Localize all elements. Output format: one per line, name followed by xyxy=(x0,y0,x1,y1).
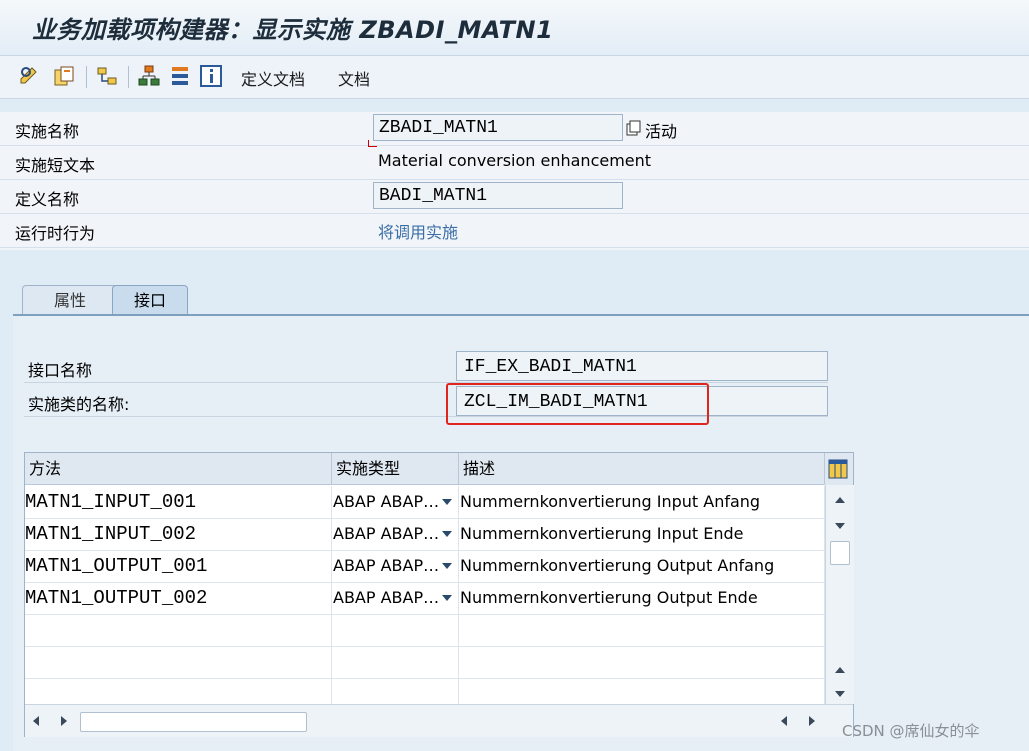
structure-tree-icon[interactable] xyxy=(137,64,161,88)
method-cell: MATN1_OUTPUT_002 xyxy=(25,582,332,614)
scroll-down-icon[interactable] xyxy=(835,691,845,697)
header-section: 实施名称 ZBADI_MATN1 活动 实施短文本 Material conve… xyxy=(0,112,1029,250)
table-row-empty[interactable] xyxy=(25,614,825,647)
short-text-value: Material conversion enhancement xyxy=(378,151,652,170)
info-icon[interactable] xyxy=(199,64,223,88)
methods-table: 方法 实施类型 描述 MATN1_INPUT_001 ABAP ABAP… Nu… xyxy=(24,452,854,737)
empty-cell xyxy=(332,646,459,678)
impl-type-cell[interactable]: ABAP ABAP… xyxy=(332,486,459,518)
empty-cell xyxy=(459,678,825,704)
impl-class-label: 实施类的名称: xyxy=(28,395,130,414)
scroll-right-icon[interactable] xyxy=(809,716,815,726)
impl-type-value: ABAP ABAP… xyxy=(333,524,440,543)
dropdown-arrow-icon[interactable] xyxy=(442,499,452,505)
empty-cell xyxy=(459,614,825,646)
impl-type-cell[interactable]: ABAP ABAP… xyxy=(332,518,459,550)
impl-name-row: 实施名称 ZBADI_MATN1 活动 xyxy=(0,112,1029,147)
runtime-row: 运行时行为 将调用实施 xyxy=(0,214,1029,248)
empty-cell xyxy=(332,678,459,704)
table-row-empty[interactable] xyxy=(25,646,825,679)
dropdown-arrow-icon[interactable] xyxy=(442,563,452,569)
empty-cell xyxy=(332,614,459,646)
empty-cell xyxy=(25,678,332,704)
scroll-up-icon[interactable] xyxy=(835,667,845,673)
impl-type-value: ABAP ABAP… xyxy=(333,556,440,575)
def-name-row: 定义名称 BADI_MATN1 xyxy=(0,180,1029,214)
scroll-left-icon[interactable] xyxy=(781,716,787,726)
dropdown-arrow-icon[interactable] xyxy=(442,595,452,601)
highlight-box xyxy=(446,383,709,425)
impl-type-value: ABAP ABAP… xyxy=(333,492,440,511)
impl-status: 活动 xyxy=(645,122,678,141)
impl-name-label: 实施名称 xyxy=(15,122,80,141)
description-cell: Nummernkonvertierung Output Anfang xyxy=(459,550,825,582)
description-cell: Nummernkonvertierung Input Ende xyxy=(459,518,825,550)
table-row[interactable]: MATN1_INPUT_002 ABAP ABAP… Nummernkonver… xyxy=(25,518,825,551)
title-bar: 业务加载项构建器：显示实施 ZBADI_MATN1 xyxy=(0,0,1029,56)
edit-glasses-icon[interactable] xyxy=(18,64,42,88)
impl-type-value: ABAP ABAP… xyxy=(333,588,440,607)
impl-type-cell[interactable]: ABAP ABAP… xyxy=(332,582,459,614)
scroll-right-icon[interactable] xyxy=(61,716,67,726)
runtime-label: 运行时行为 xyxy=(15,224,96,243)
watermark: CSDN @席仙女的伞 xyxy=(842,722,980,740)
runtime-value[interactable]: 将调用实施 xyxy=(378,219,458,243)
column-layout-icon xyxy=(828,459,848,479)
dropdown-arrow-icon[interactable] xyxy=(442,531,452,537)
scroll-left-icon[interactable] xyxy=(33,716,39,726)
scroll-down-icon[interactable] xyxy=(835,523,845,529)
tab-interface[interactable]: 接口 xyxy=(112,285,188,316)
stack-list-icon[interactable] xyxy=(168,64,192,88)
column-header-impl-type[interactable]: 实施类型 xyxy=(332,453,459,485)
application-toolbar: 定义文档 文档 xyxy=(0,56,1029,99)
tab-attributes[interactable]: 属性 xyxy=(22,285,118,316)
short-text-label: 实施短文本 xyxy=(15,156,96,175)
interface-name-label: 接口名称 xyxy=(28,361,93,380)
def-name-field[interactable]: BADI_MATN1 xyxy=(373,182,623,209)
table-row[interactable]: MATN1_OUTPUT_002 ABAP ABAP… Nummernkonve… xyxy=(25,582,825,615)
impl-type-cell[interactable]: ABAP ABAP… xyxy=(332,550,459,582)
copy-document-icon[interactable] xyxy=(52,64,76,88)
copy-icon[interactable] xyxy=(626,120,642,136)
method-cell: MATN1_OUTPUT_001 xyxy=(25,550,332,582)
description-cell: Nummernkonvertierung Output Ende xyxy=(459,582,825,614)
scroll-thumb[interactable] xyxy=(830,541,850,565)
toolbar-separator xyxy=(128,66,129,88)
impl-name-field[interactable]: ZBADI_MATN1 xyxy=(373,114,623,141)
hscroll-thumb[interactable] xyxy=(80,712,307,732)
interface-name-field[interactable]: IF_EX_BADI_MATN1 xyxy=(456,351,828,381)
short-text-row: 实施短文本 Material conversion enhancement xyxy=(0,146,1029,180)
method-cell: MATN1_INPUT_001 xyxy=(25,486,332,518)
column-header-method[interactable]: 方法 xyxy=(25,453,332,485)
column-config-button[interactable] xyxy=(825,453,853,486)
table-row[interactable]: MATN1_OUTPUT_001 ABAP ABAP… Nummernkonve… xyxy=(25,550,825,583)
define-doc-button[interactable]: 定义文档 xyxy=(241,66,305,90)
empty-cell xyxy=(25,614,332,646)
column-header-description[interactable]: 描述 xyxy=(459,453,825,485)
description-cell: Nummernkonvertierung Input Anfang xyxy=(459,486,825,518)
hierarchy-icon[interactable] xyxy=(95,64,119,88)
scroll-up-icon[interactable] xyxy=(835,497,845,503)
table-row[interactable]: MATN1_INPUT_001 ABAP ABAP… Nummernkonver… xyxy=(25,486,825,519)
table-row-empty[interactable] xyxy=(25,678,825,705)
doc-button[interactable]: 文档 xyxy=(338,66,370,90)
empty-cell xyxy=(25,646,332,678)
def-name-label: 定义名称 xyxy=(15,190,80,209)
horizontal-scrollbar[interactable] xyxy=(25,704,853,737)
vertical-scrollbar[interactable] xyxy=(825,485,854,704)
empty-cell xyxy=(459,646,825,678)
toolbar-separator xyxy=(86,66,87,88)
method-cell: MATN1_INPUT_002 xyxy=(25,518,332,550)
window-title: 业务加载项构建器：显示实施 ZBADI_MATN1 xyxy=(32,16,554,44)
